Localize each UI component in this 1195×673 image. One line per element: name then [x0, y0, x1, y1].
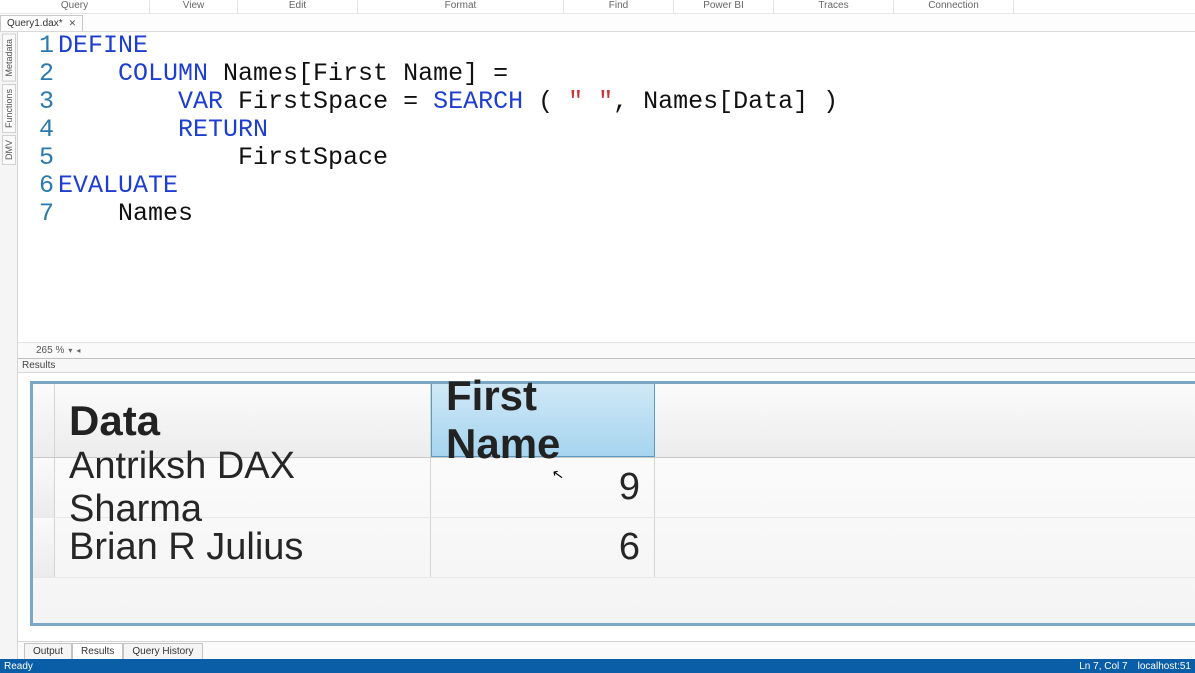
file-tab-strip: Query1.dax* ✕	[0, 14, 1195, 32]
side-tab-functions[interactable]: Functions	[2, 84, 16, 133]
side-tab-dmv[interactable]: DMV	[2, 135, 16, 165]
menu-traces[interactable]: Traces	[774, 0, 894, 14]
code-lines[interactable]: DEFINE COLUMN Names[First Name] = VAR Fi…	[58, 32, 1195, 342]
menu-format[interactable]: Format	[358, 0, 564, 14]
zoom-bar: 265 % ▾ ◂	[18, 342, 1195, 358]
bottom-tab-results[interactable]: Results	[72, 643, 123, 659]
row-handle[interactable]	[33, 518, 55, 577]
results-panel: Results Data First Name Antriksh DAX Sha…	[18, 358, 1195, 659]
bottom-tab-output[interactable]: Output	[24, 643, 72, 659]
zoom-level[interactable]: 265 %	[36, 345, 64, 356]
menu-query[interactable]: Query	[0, 0, 150, 14]
results-grid[interactable]: Data First Name Antriksh DAX Sharma9Bria…	[30, 381, 1195, 626]
table-row[interactable]: Antriksh DAX Sharma9	[33, 458, 1195, 518]
bottom-tab-query-history[interactable]: Query History	[123, 643, 202, 659]
status-connection: localhost:51	[1138, 661, 1191, 672]
line-gutter: 1234567	[18, 32, 58, 342]
side-tab-strip: Metadata Functions DMV	[0, 32, 18, 659]
cell-first-name[interactable]: 6	[431, 518, 655, 577]
bottom-tab-strip: OutputResultsQuery History	[18, 641, 1195, 659]
status-bar: Ready Ln 7, Col 7 localhost:51	[0, 659, 1195, 673]
menu-bar: QueryViewEditFormatFindPower BITracesCon…	[0, 0, 1195, 14]
menu-find[interactable]: Find	[564, 0, 674, 14]
table-row[interactable]: Brian R Julius6	[33, 518, 1195, 578]
status-cursor-pos: Ln 7, Col 7	[1079, 661, 1127, 672]
code-editor[interactable]: 1234567 DEFINE COLUMN Names[First Name] …	[18, 32, 1195, 358]
column-header-first-name[interactable]: First Name	[431, 384, 655, 457]
chevron-left-icon[interactable]: ◂	[76, 346, 80, 355]
cell-data[interactable]: Antriksh DAX Sharma	[55, 458, 431, 517]
cell-data[interactable]: Brian R Julius	[55, 518, 431, 577]
close-icon[interactable]: ✕	[67, 18, 79, 29]
menu-edit[interactable]: Edit	[238, 0, 358, 14]
menu-connection[interactable]: Connection	[894, 0, 1014, 14]
row-handle[interactable]	[33, 458, 55, 517]
file-tab-query1[interactable]: Query1.dax* ✕	[0, 15, 83, 31]
chevron-down-icon[interactable]: ▾	[68, 346, 72, 355]
menu-view[interactable]: View	[150, 0, 238, 14]
file-tab-label: Query1.dax*	[7, 18, 63, 29]
side-tab-metadata[interactable]: Metadata	[2, 34, 16, 82]
cell-first-name[interactable]: 9	[431, 458, 655, 517]
results-panel-header: Results	[18, 359, 1195, 373]
status-text: Ready	[4, 661, 33, 672]
menu-power-bi[interactable]: Power BI	[674, 0, 774, 14]
row-handle[interactable]	[33, 384, 55, 457]
